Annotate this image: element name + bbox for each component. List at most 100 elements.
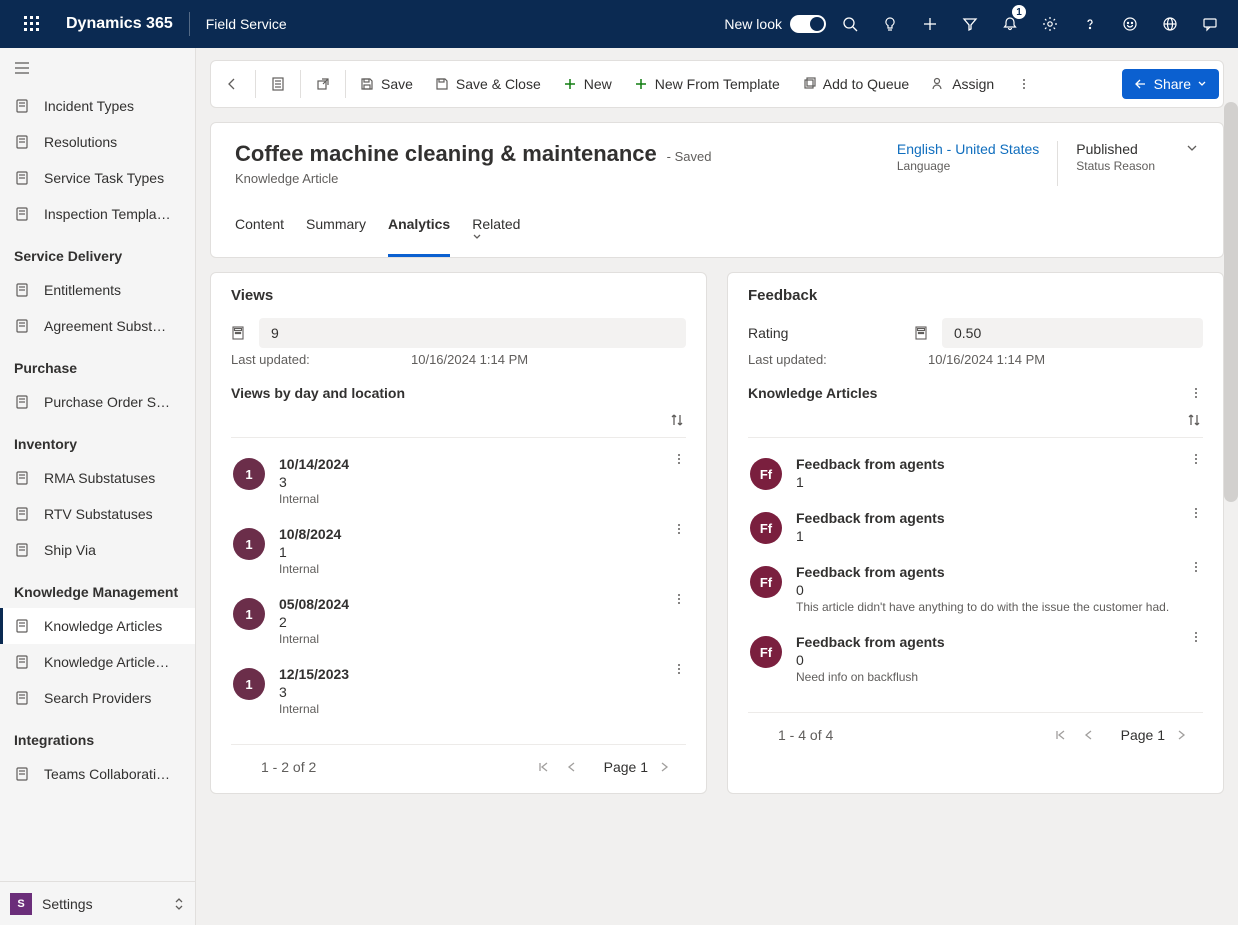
- kebab-icon[interactable]: [672, 452, 686, 466]
- sidebar-item-label: Purchase Order S…: [44, 394, 170, 410]
- more-commands[interactable]: [1006, 66, 1042, 102]
- pager-next[interactable]: [658, 761, 686, 773]
- chevron-updown-icon: [173, 896, 185, 912]
- app-launcher[interactable]: [8, 0, 56, 48]
- status-field[interactable]: Published Status Reason: [1058, 141, 1173, 186]
- feedback-list-item[interactable]: FfFeedback from agents1: [748, 446, 1203, 500]
- feedback-score: 0: [796, 652, 945, 668]
- kebab-icon[interactable]: [672, 522, 686, 536]
- view-source: Internal: [279, 632, 349, 646]
- feedback-list-item[interactable]: FfFeedback from agents0Need info on back…: [748, 624, 1203, 694]
- new-from-template-button[interactable]: New From Template: [624, 66, 790, 102]
- filter-icon[interactable]: [950, 0, 990, 48]
- sidebar-item[interactable]: Knowledge Article…: [0, 644, 195, 680]
- kebab-icon[interactable]: [1189, 630, 1203, 644]
- search-icon[interactable]: [830, 0, 870, 48]
- kebab-icon[interactable]: [672, 662, 686, 676]
- new-look-toggle[interactable]: New look: [724, 15, 826, 33]
- tab-content[interactable]: Content: [235, 206, 284, 257]
- sidebar-section-header: Integrations: [0, 716, 195, 756]
- feedback-updated-value: 10/16/2024 1:14 PM: [928, 352, 1045, 367]
- pager-first[interactable]: [1055, 729, 1083, 741]
- sort-icon[interactable]: [670, 413, 684, 427]
- views-list-item[interactable]: 112/15/20233Internal: [231, 656, 686, 726]
- feedback-pager: 1 - 4 of 4 Page 1: [748, 712, 1203, 743]
- save-close-button[interactable]: Save & Close: [425, 66, 551, 102]
- kebab-icon[interactable]: [1189, 560, 1203, 574]
- pager-prev[interactable]: [566, 761, 594, 773]
- feedback-title: Feedback from agents: [796, 634, 945, 650]
- add-to-queue-button[interactable]: Add to Queue: [792, 66, 919, 102]
- record-title: Coffee machine cleaning & maintenance: [235, 141, 657, 166]
- product-brand: Dynamics 365: [56, 15, 183, 33]
- kebab-icon[interactable]: [1189, 452, 1203, 466]
- calculator-icon: [231, 326, 249, 340]
- sidebar-item[interactable]: Incident Types: [0, 88, 195, 124]
- lightbulb-icon[interactable]: [870, 0, 910, 48]
- open-record-set[interactable]: [260, 66, 296, 102]
- help-icon[interactable]: [1070, 0, 1110, 48]
- views-list-item[interactable]: 105/08/20242Internal: [231, 586, 686, 656]
- sidebar-item[interactable]: Teams Collaborati…: [0, 756, 195, 792]
- settings-icon[interactable]: [1030, 0, 1070, 48]
- pager-next[interactable]: [1175, 729, 1203, 741]
- sidebar-item[interactable]: Search Providers: [0, 680, 195, 716]
- sidebar-item[interactable]: Entitlements: [0, 272, 195, 308]
- assign-button[interactable]: Assign: [921, 66, 1004, 102]
- feedback-note: This article didn't have anything to do …: [796, 600, 1169, 614]
- sidebar-item[interactable]: Ship Via: [0, 532, 195, 568]
- feedback-list-item[interactable]: FfFeedback from agents1: [748, 500, 1203, 554]
- chevron-down-icon[interactable]: [1173, 141, 1199, 155]
- notification-icon[interactable]: 1: [990, 0, 1030, 48]
- sidebar-item[interactable]: Knowledge Articles: [0, 608, 195, 644]
- popout-button[interactable]: [305, 66, 341, 102]
- pager-first[interactable]: [538, 761, 566, 773]
- main-content: Save Save & Close New New From Template …: [196, 48, 1238, 925]
- share-button[interactable]: Share: [1122, 69, 1219, 99]
- doc-icon: [14, 470, 32, 486]
- sidebar-collapse[interactable]: [0, 48, 195, 88]
- new-button[interactable]: New: [553, 66, 622, 102]
- sidebar-item[interactable]: RMA Substatuses: [0, 460, 195, 496]
- views-list-item[interactable]: 110/14/20243Internal: [231, 446, 686, 516]
- sidebar-section-header: Knowledge Management: [0, 568, 195, 608]
- sidebar-item[interactable]: Agreement Subst…: [0, 308, 195, 344]
- kebab-icon[interactable]: [1189, 506, 1203, 520]
- doc-icon: [14, 318, 32, 334]
- sidebar-item-label: Inspection Templa…: [44, 206, 171, 222]
- gear-icon: [14, 690, 32, 706]
- scrollbar[interactable]: [1224, 102, 1238, 502]
- apps-icon[interactable]: [1150, 0, 1190, 48]
- views-list-item[interactable]: 110/8/20241Internal: [231, 516, 686, 586]
- view-count: 3: [279, 474, 349, 490]
- save-button[interactable]: Save: [350, 66, 423, 102]
- views-pager-range: 1 - 2 of 2: [261, 759, 316, 775]
- view-count: 1: [279, 544, 341, 560]
- language-field[interactable]: English - United States Language: [879, 141, 1057, 186]
- kebab-icon[interactable]: [672, 592, 686, 606]
- tab-related[interactable]: Related: [472, 206, 524, 257]
- chat-icon[interactable]: [1190, 0, 1230, 48]
- tab-analytics[interactable]: Analytics: [388, 206, 450, 257]
- view-date: 05/08/2024: [279, 596, 349, 612]
- views-pager: 1 - 2 of 2 Page 1: [231, 744, 686, 775]
- pager-prev[interactable]: [1083, 729, 1111, 741]
- record-saved-state: - Saved: [667, 149, 712, 164]
- view-source: Internal: [279, 492, 349, 506]
- sidebar-item[interactable]: Purchase Order S…: [0, 384, 195, 420]
- sidebar-item[interactable]: Service Task Types: [0, 160, 195, 196]
- back-button[interactable]: [215, 66, 251, 102]
- sidebar-item-label: Entitlements: [44, 282, 121, 298]
- feedback-icon[interactable]: [1110, 0, 1150, 48]
- sidebar-item[interactable]: RTV Substatuses: [0, 496, 195, 532]
- area-tile: S: [10, 893, 32, 915]
- area-switcher[interactable]: S Settings: [0, 881, 195, 925]
- add-icon[interactable]: [910, 0, 950, 48]
- feedback-list-item[interactable]: FfFeedback from agents0This article didn…: [748, 554, 1203, 624]
- sidebar-item[interactable]: Resolutions: [0, 124, 195, 160]
- kebab-icon[interactable]: [1189, 386, 1203, 400]
- sort-icon[interactable]: [1187, 413, 1201, 427]
- sidebar-item[interactable]: Inspection Templa…: [0, 196, 195, 232]
- wrench-icon: [14, 170, 32, 186]
- tab-summary[interactable]: Summary: [306, 206, 366, 257]
